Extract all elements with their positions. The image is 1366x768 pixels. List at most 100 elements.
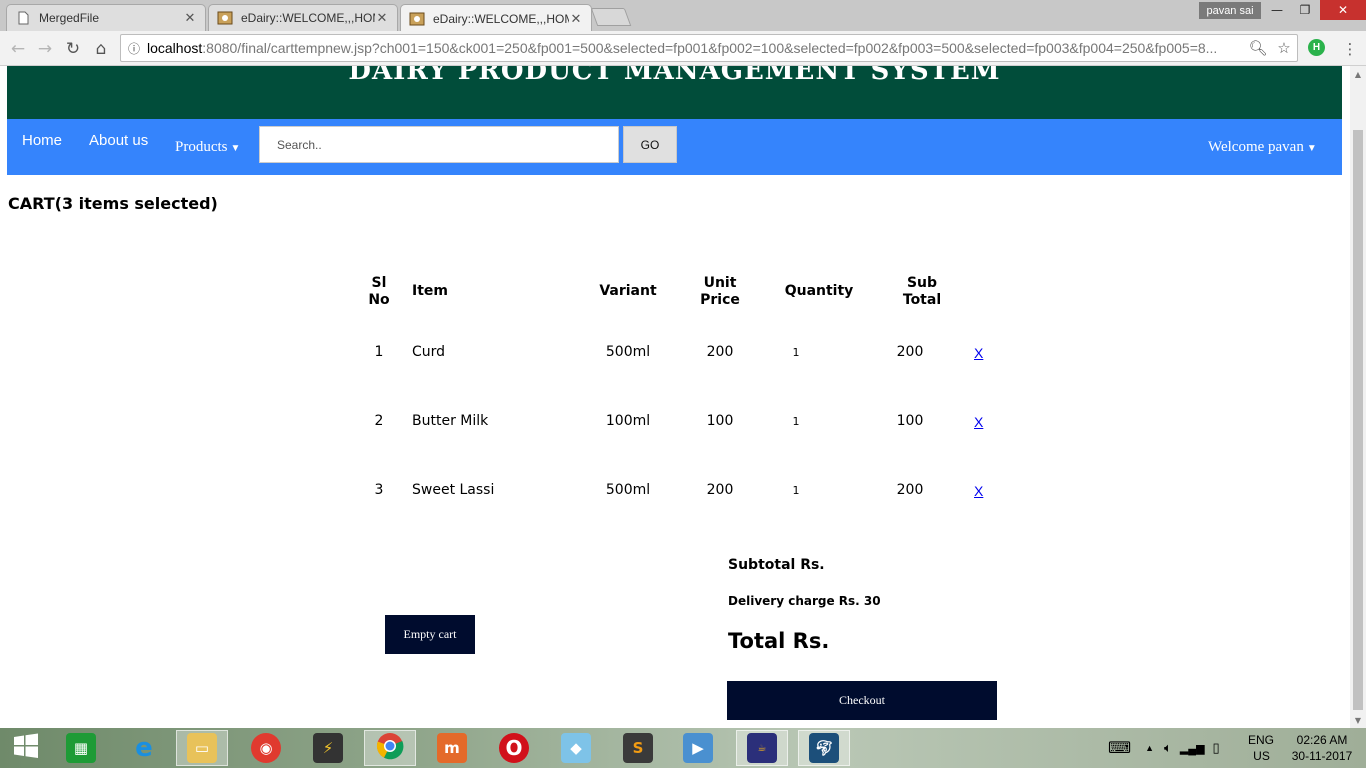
micromax-icon: m [437,733,467,763]
cell-item: Curd [412,344,446,360]
minimize-icon[interactable]: — [1262,0,1292,20]
subtotal-label: Subtotal Rs. [728,557,825,573]
search-go-button[interactable]: GO [623,126,677,163]
cell-variant: 500ml [605,482,651,498]
site-header: DAIRY PRODUCT MANAGEMENT SYSTEM [7,66,1342,119]
mysql-icon: 🐬︎ [809,733,839,763]
site-navbar: Home About us Products▼ GO Welcome pavan… [7,119,1342,175]
taskbar-app[interactable] [364,730,416,766]
home-icon[interactable]: ⌂ [89,37,113,61]
cell-sl-no: 2 [374,413,384,429]
column-header-sub-total: Sub Total [902,275,942,308]
chrome-icon [376,732,404,764]
nav-home-link[interactable]: Home [22,132,62,149]
tray-expand-icon[interactable]: ▲ [1145,743,1154,753]
restore-icon[interactable]: ❐ [1290,0,1320,20]
column-header-item: Item [412,283,448,299]
user-welcome-dropdown[interactable]: Welcome pavan ▼ [1208,139,1317,156]
forward-arrow-icon[interactable]: → [33,37,57,61]
reload-icon[interactable]: ↻ [61,37,85,61]
tab-title: MergedFile [39,11,100,25]
browser-toolbar: ← → ↻ ⌂ ⓘ localhost:8080/final/carttempn… [0,31,1366,66]
network-icon[interactable]: ▂▄▆ [1180,742,1205,755]
battery-icon[interactable]: ▯ [1213,740,1220,756]
keyboard-icon[interactable]: ⌨ [1108,738,1131,758]
clock[interactable]: 02:26 AM 30-11-2017 [1284,728,1360,768]
taskbar-app[interactable]: e [118,730,170,766]
nav-about-link[interactable]: About us [89,132,148,149]
search-input[interactable] [259,126,619,163]
empty-cart-button[interactable]: Empty cart [385,615,475,654]
new-tab-button[interactable] [590,8,632,26]
zoom-icon[interactable]: 🔍︎ [1245,39,1271,57]
browser-tab[interactable]: eDairy::WELCOME,,,HOME ✕ [208,4,398,31]
taskbar-app[interactable]: ▭ [176,730,228,766]
remove-item-link[interactable]: X [974,414,983,430]
column-header-variant: Variant [599,283,657,299]
cell-variant: 100ml [605,413,651,429]
total-label: Total Rs. [728,629,830,653]
cell-quantity: 1 [792,346,800,359]
cart-heading: CART(3 items selected) [8,194,218,213]
tab-close-icon[interactable]: ✕ [569,11,583,27]
back-arrow-icon[interactable]: ← [6,37,30,61]
scroll-down-icon[interactable]: ▼ [1350,712,1366,728]
browser-tab-active[interactable]: eDairy::WELCOME,,,HOME ✕ [400,4,592,32]
taskbar-app[interactable]: 🐬︎ [798,730,850,766]
tab-close-icon[interactable]: ✕ [183,10,197,26]
bookmark-star-icon[interactable]: ☆ [1271,39,1297,57]
nav-products-dropdown[interactable]: Products ▼ [175,139,240,156]
welcome-label: Welcome pavan [1208,139,1304,155]
delivery-charge-label: Delivery charge Rs. 30 [728,594,881,608]
scrollbar-thumb[interactable] [1353,130,1363,710]
cell-unit-price: 100 [706,413,734,429]
taskbar-app[interactable]: ☕ [736,730,788,766]
browser-tab-bar: MergedFile ✕ eDairy::WELCOME,,,HOME ✕ eD… [0,0,1366,32]
cell-variant: 500ml [605,344,651,360]
scroll-up-icon[interactable]: ▲ [1350,66,1366,82]
taskbar-app[interactable]: O [488,730,540,766]
browser-tab[interactable]: MergedFile ✕ [6,4,206,31]
volume-icon[interactable]: 🔈︎ [1164,740,1172,756]
photos-icon: ◆ [561,733,591,763]
edairy-favicon-icon [217,10,233,26]
caret-down-icon: ▼ [230,143,241,154]
taskbar-app[interactable]: ◆ [550,730,602,766]
cell-item: Sweet Lassi [412,482,495,498]
cell-quantity: 1 [792,484,800,497]
cell-sl-no: 1 [374,344,384,360]
extension-icon[interactable]: H [1308,39,1325,56]
media-player-icon: ▶ [683,733,713,763]
browser-profile-badge[interactable]: pavan sai [1199,2,1261,19]
column-header-quantity: Quantity [784,283,854,299]
remove-item-link[interactable]: X [974,345,983,361]
address-url[interactable]: localhost:8080/final/carttempnew.jsp?ch0… [147,40,1245,56]
checkout-button[interactable]: Checkout [727,681,997,720]
start-button[interactable] [0,730,52,766]
taskbar-app[interactable]: ⚡ [302,730,354,766]
language-indicator[interactable]: ENG US [1248,728,1274,768]
nav-products-label: Products [175,139,228,155]
tab-close-icon[interactable]: ✕ [375,10,389,26]
taskbar-app[interactable]: ▶ [672,730,724,766]
taskbar-app[interactable]: m [426,730,478,766]
remove-item-link[interactable]: X [974,483,983,499]
edairy-favicon-icon [409,11,425,27]
taskbar-app[interactable]: ▦ [55,730,107,766]
cell-sub-total: 100 [896,413,924,429]
browser-menu-icon[interactable]: ⋮ [1340,38,1360,60]
file-explorer-icon: ▭ [187,733,217,763]
window-close-icon[interactable]: ✕ [1320,0,1366,20]
cell-item: Butter Milk [412,413,489,429]
tab-title: eDairy::WELCOME,,,HOME [241,11,375,25]
column-header-unit-price: Unit Price [700,275,740,308]
page-scrollbar[interactable]: ▲ ▼ [1350,66,1366,728]
address-bar[interactable]: ⓘ localhost:8080/final/carttempnew.jsp?c… [120,34,1298,62]
info-icon[interactable]: ⓘ [121,40,147,57]
java-ee-ide-icon: ☕ [747,733,777,763]
cell-unit-price: 200 [706,482,734,498]
taskbar-app[interactable]: S [612,730,664,766]
system-tray: ⌨ ▲ 🔈︎ ▂▄▆ ▯ [1108,728,1220,768]
document-icon [15,10,31,26]
taskbar-app[interactable]: ◉ [240,730,292,766]
